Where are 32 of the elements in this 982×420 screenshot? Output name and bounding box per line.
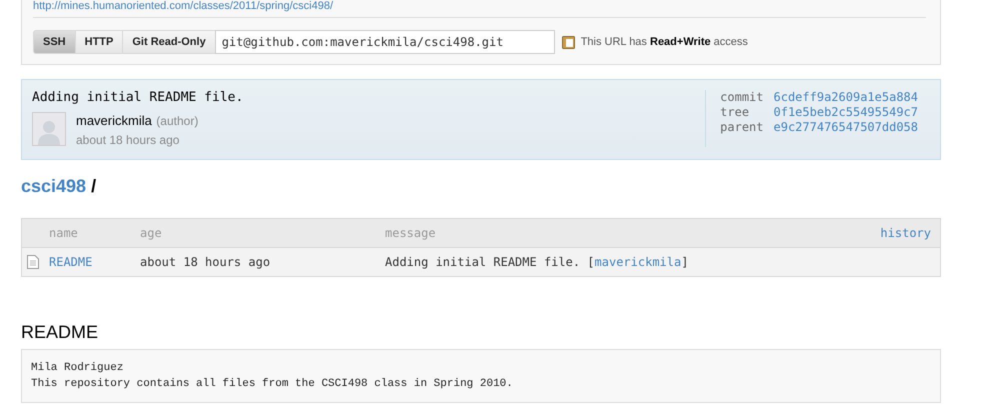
homepage-link[interactable]: http://mines.humanoriented.com/classes/2011/spring/csci498/	[33, 0, 926, 18]
commit-time: about 18 hours ago	[76, 133, 180, 147]
age-cell-text: about 18 hours ago	[140, 255, 272, 269]
readme-line: Mila Rodriguez	[31, 361, 124, 376]
meta-label: parent	[720, 120, 764, 134]
meta-label: tree	[720, 105, 750, 119]
clipboard-icon[interactable]	[562, 35, 575, 49]
author-name: maverickmila	[76, 113, 152, 128]
file-link[interactable]: README	[49, 255, 140, 269]
protocol-tab[interactable]: HTTP	[74, 30, 122, 54]
readme-line: This repository contains all files from the CSCI498 class in Spring 2010.	[31, 377, 514, 392]
commit-message: Adding initial README file.	[32, 90, 244, 105]
message-cell-text: Adding initial README file. [maverickmila]	[385, 255, 690, 269]
file-icon	[27, 255, 39, 269]
protocol-tab[interactable]: Git Read-Only	[122, 30, 215, 54]
avatar-placeholder	[32, 112, 66, 146]
meta-label: commit	[720, 90, 764, 104]
hash-link[interactable]: 6cdeff9a2609a1e5a884	[774, 90, 918, 104]
clone-url-field[interactable]: git@github.com:maverickmila/csci498.git	[214, 30, 555, 54]
column-header: message	[385, 226, 437, 240]
column-header: age	[140, 226, 163, 240]
repo-link[interactable]: csci498	[21, 176, 86, 197]
author-role: (author)	[156, 114, 198, 128]
path-separator: /	[91, 176, 96, 197]
protocol-tab[interactable]: SSH	[33, 30, 75, 54]
hash-link[interactable]: e9c277476547507dd058	[774, 120, 918, 134]
readme-title: README	[21, 322, 100, 343]
access-note: This URL has Read+Write access	[580, 36, 748, 48]
author-link[interactable]: maverickmila	[594, 255, 682, 269]
column-header: name	[49, 226, 79, 240]
history-link[interactable]: history	[880, 226, 931, 240]
hash-link[interactable]: 0f1e5beb2c55495549c7	[774, 105, 918, 119]
